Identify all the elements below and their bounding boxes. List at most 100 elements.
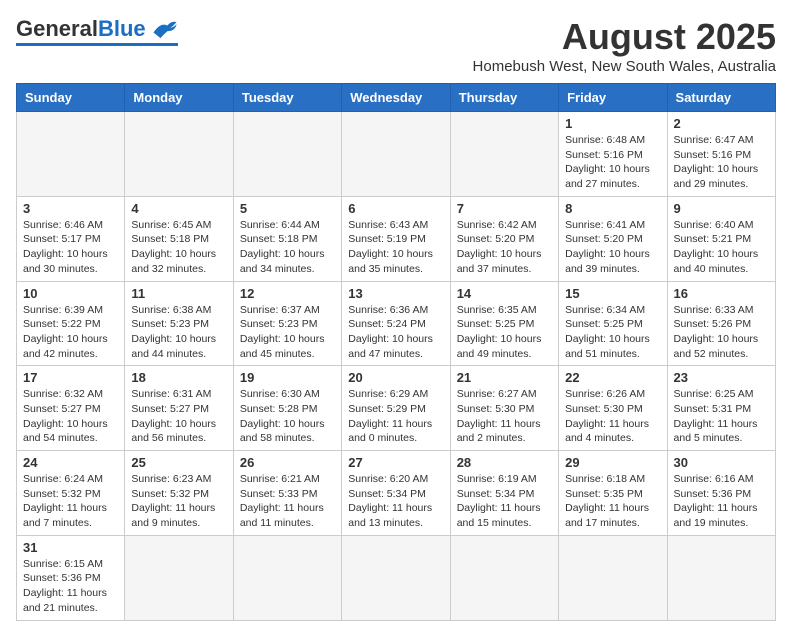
weekday-header-thursday: Thursday	[450, 84, 558, 112]
day-number: 10	[23, 286, 118, 301]
title-section: August 2025 Homebush West, New South Wal…	[473, 16, 776, 75]
calendar-cell: 26 Sunrise: 6:21 AM Sunset: 5:33 PM Dayli…	[233, 451, 341, 536]
calendar-cell	[233, 112, 341, 197]
day-info: Sunrise: 6:23 AM Sunset: 5:32 PM Dayligh…	[131, 472, 226, 531]
day-info: Sunrise: 6:31 AM Sunset: 5:27 PM Dayligh…	[131, 387, 226, 446]
day-number: 9	[674, 201, 769, 216]
calendar-table: SundayMondayTuesdayWednesdayThursdayFrid…	[16, 83, 776, 621]
calendar-cell	[559, 535, 667, 620]
day-info: Sunrise: 6:36 AM Sunset: 5:24 PM Dayligh…	[348, 303, 443, 362]
calendar-cell	[342, 535, 450, 620]
calendar-cell: 7 Sunrise: 6:42 AM Sunset: 5:20 PM Daylig…	[450, 196, 558, 281]
day-info: Sunrise: 6:21 AM Sunset: 5:33 PM Dayligh…	[240, 472, 335, 531]
day-info: Sunrise: 6:35 AM Sunset: 5:25 PM Dayligh…	[457, 303, 552, 362]
day-number: 11	[131, 286, 226, 301]
day-number: 25	[131, 455, 226, 470]
day-info: Sunrise: 6:45 AM Sunset: 5:18 PM Dayligh…	[131, 218, 226, 277]
day-number: 23	[674, 370, 769, 385]
calendar-cell: 11Sunrise: 6:38 AM Sunset: 5:23 PM Dayli…	[125, 281, 233, 366]
calendar-cell: 21Sunrise: 6:27 AM Sunset: 5:30 PM Dayli…	[450, 366, 558, 451]
day-number: 16	[674, 286, 769, 301]
week-row-3: 10 Sunrise: 6:39 AM Sunset: 5:22 PM Dayli…	[17, 281, 776, 366]
calendar-cell: 1 Sunrise: 6:48 AM Sunset: 5:16 PM Daylig…	[559, 112, 667, 197]
calendar-cell: 3 Sunrise: 6:46 AM Sunset: 5:17 PM Daylig…	[17, 196, 125, 281]
day-number: 24	[23, 455, 118, 470]
day-number: 21	[457, 370, 552, 385]
day-info: Sunrise: 6:24 AM Sunset: 5:32 PM Dayligh…	[23, 472, 118, 531]
day-info: Sunrise: 6:20 AM Sunset: 5:34 PM Dayligh…	[348, 472, 443, 531]
day-number: 28	[457, 455, 552, 470]
logo-blue: Blue	[98, 16, 146, 42]
calendar-cell: 14 Sunrise: 6:35 AM Sunset: 5:25 PM Dayli…	[450, 281, 558, 366]
day-info: Sunrise: 6:15 AM Sunset: 5:36 PM Dayligh…	[23, 557, 118, 616]
calendar-cell: 12 Sunrise: 6:37 AM Sunset: 5:23 PM Dayli…	[233, 281, 341, 366]
day-info: Sunrise: 6:43 AM Sunset: 5:19 PM Dayligh…	[348, 218, 443, 277]
day-info: Sunrise: 6:44 AM Sunset: 5:18 PM Dayligh…	[240, 218, 335, 277]
calendar-cell	[17, 112, 125, 197]
day-number: 31	[23, 540, 118, 555]
week-row-1: 1 Sunrise: 6:48 AM Sunset: 5:16 PM Daylig…	[17, 112, 776, 197]
logo-bird-icon	[150, 18, 178, 40]
day-info: Sunrise: 6:37 AM Sunset: 5:23 PM Dayligh…	[240, 303, 335, 362]
calendar-cell: 15 Sunrise: 6:34 AM Sunset: 5:25 PM Dayli…	[559, 281, 667, 366]
calendar-cell: 29Sunrise: 6:18 AM Sunset: 5:35 PM Dayli…	[559, 451, 667, 536]
day-number: 19	[240, 370, 335, 385]
day-number: 14	[457, 286, 552, 301]
day-number: 6	[348, 201, 443, 216]
logo-general: General	[16, 16, 98, 42]
calendar-cell	[450, 535, 558, 620]
day-number: 13	[348, 286, 443, 301]
day-number: 26	[240, 455, 335, 470]
calendar-cell: 5Sunrise: 6:44 AM Sunset: 5:18 PM Daylig…	[233, 196, 341, 281]
week-row-5: 24 Sunrise: 6:24 AM Sunset: 5:32 PM Dayli…	[17, 451, 776, 536]
day-number: 20	[348, 370, 443, 385]
day-info: Sunrise: 6:39 AM Sunset: 5:22 PM Dayligh…	[23, 303, 118, 362]
logo: General Blue	[16, 16, 178, 46]
weekday-header-monday: Monday	[125, 84, 233, 112]
day-info: Sunrise: 6:29 AM Sunset: 5:29 PM Dayligh…	[348, 387, 443, 446]
day-info: Sunrise: 6:18 AM Sunset: 5:35 PM Dayligh…	[565, 472, 660, 531]
calendar-cell: 17Sunrise: 6:32 AM Sunset: 5:27 PM Dayli…	[17, 366, 125, 451]
day-info: Sunrise: 6:34 AM Sunset: 5:25 PM Dayligh…	[565, 303, 660, 362]
calendar-cell: 30Sunrise: 6:16 AM Sunset: 5:36 PM Dayli…	[667, 451, 775, 536]
day-info: Sunrise: 6:33 AM Sunset: 5:26 PM Dayligh…	[674, 303, 769, 362]
calendar-cell: 6 Sunrise: 6:43 AM Sunset: 5:19 PM Daylig…	[342, 196, 450, 281]
day-number: 15	[565, 286, 660, 301]
day-info: Sunrise: 6:30 AM Sunset: 5:28 PM Dayligh…	[240, 387, 335, 446]
day-info: Sunrise: 6:40 AM Sunset: 5:21 PM Dayligh…	[674, 218, 769, 277]
day-number: 3	[23, 201, 118, 216]
day-info: Sunrise: 6:42 AM Sunset: 5:20 PM Dayligh…	[457, 218, 552, 277]
calendar-cell: 22Sunrise: 6:26 AM Sunset: 5:30 PM Dayli…	[559, 366, 667, 451]
day-number: 18	[131, 370, 226, 385]
weekday-header-tuesday: Tuesday	[233, 84, 341, 112]
weekday-header-saturday: Saturday	[667, 84, 775, 112]
day-number: 8	[565, 201, 660, 216]
day-number: 30	[674, 455, 769, 470]
calendar-cell	[450, 112, 558, 197]
day-number: 22	[565, 370, 660, 385]
weekday-header-wednesday: Wednesday	[342, 84, 450, 112]
weekday-header-sunday: Sunday	[17, 84, 125, 112]
day-info: Sunrise: 6:48 AM Sunset: 5:16 PM Dayligh…	[565, 133, 660, 192]
day-info: Sunrise: 6:32 AM Sunset: 5:27 PM Dayligh…	[23, 387, 118, 446]
calendar-cell: 10 Sunrise: 6:39 AM Sunset: 5:22 PM Dayli…	[17, 281, 125, 366]
calendar-cell	[125, 535, 233, 620]
day-info: Sunrise: 6:25 AM Sunset: 5:31 PM Dayligh…	[674, 387, 769, 446]
calendar-cell	[125, 112, 233, 197]
calendar-cell: 9 Sunrise: 6:40 AM Sunset: 5:21 PM Daylig…	[667, 196, 775, 281]
day-number: 4	[131, 201, 226, 216]
day-info: Sunrise: 6:46 AM Sunset: 5:17 PM Dayligh…	[23, 218, 118, 277]
week-row-4: 17Sunrise: 6:32 AM Sunset: 5:27 PM Dayli…	[17, 366, 776, 451]
day-info: Sunrise: 6:19 AM Sunset: 5:34 PM Dayligh…	[457, 472, 552, 531]
calendar-cell	[667, 535, 775, 620]
header: General Blue August 2025 Homebush West, …	[16, 16, 776, 75]
calendar-cell: 24 Sunrise: 6:24 AM Sunset: 5:32 PM Dayli…	[17, 451, 125, 536]
day-number: 1	[565, 116, 660, 131]
calendar-cell: 8Sunrise: 6:41 AM Sunset: 5:20 PM Daylig…	[559, 196, 667, 281]
calendar-cell: 13 Sunrise: 6:36 AM Sunset: 5:24 PM Dayli…	[342, 281, 450, 366]
day-number: 7	[457, 201, 552, 216]
day-number: 12	[240, 286, 335, 301]
day-number: 2	[674, 116, 769, 131]
weekday-header-row: SundayMondayTuesdayWednesdayThursdayFrid…	[17, 84, 776, 112]
calendar-cell: 16 Sunrise: 6:33 AM Sunset: 5:26 PM Dayli…	[667, 281, 775, 366]
